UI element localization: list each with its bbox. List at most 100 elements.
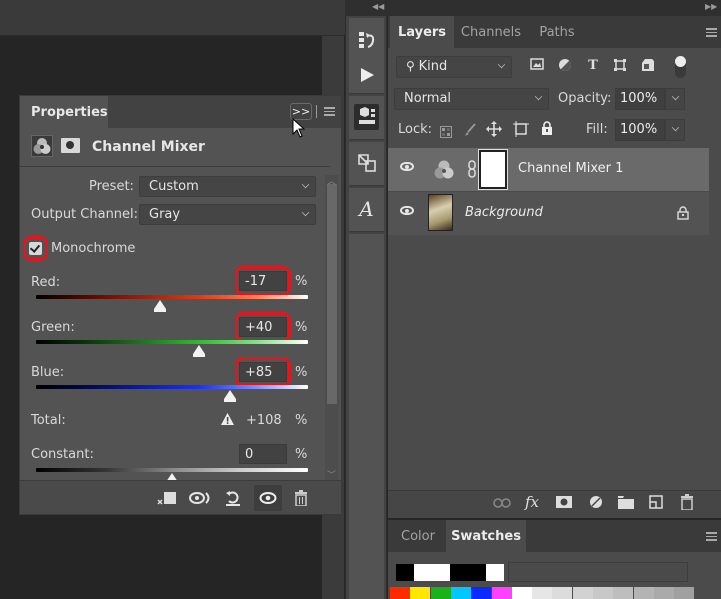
swatch[interactable] [410,587,431,599]
collapse-right-icon[interactable]: ▶▶ [705,2,717,11]
opacity-dropdown[interactable] [665,88,685,110]
layer-row-channel-mixer[interactable]: Channel Mixer 1 [388,148,709,191]
green-slider-thumb[interactable] [193,345,205,357]
total-unit: % [295,413,308,428]
swatch[interactable] [511,587,532,599]
swatch[interactable] [552,587,573,599]
new-layer-icon[interactable] [649,495,663,513]
smart-object-filter-icon[interactable] [640,58,656,74]
libraries-icon[interactable] [354,104,379,130]
swatch[interactable] [491,587,512,599]
layer-name[interactable]: Channel Mixer 1 [518,161,623,176]
scroll-up-icon[interactable]: ︿ [327,174,336,187]
swatch[interactable] [572,587,593,599]
layer-visibility-eye-icon[interactable] [400,162,414,171]
recent-swatch[interactable] [468,564,486,581]
tab-paths[interactable]: Paths [528,16,586,48]
preset-label: Preset: [89,179,134,194]
red-slider-thumb[interactable] [154,300,166,312]
type-filter-icon[interactable]: T [585,58,601,74]
swatch[interactable] [653,587,674,599]
layer-name[interactable]: Background [465,205,543,220]
link-chain-icon[interactable] [467,160,477,178]
toggle-visibility-button[interactable] [254,485,282,511]
scrollbar-thumb[interactable] [327,184,337,404]
history-icon[interactable] [349,30,384,55]
filter-toggle-switch[interactable] [675,56,686,78]
fill-dropdown[interactable] [665,119,685,141]
green-slider-track[interactable] [36,340,308,344]
blue-value-input[interactable]: +85 [239,362,287,382]
blue-slider-thumb[interactable] [224,390,236,402]
properties-footer [20,480,341,514]
swatch[interactable] [674,587,695,599]
add-mask-icon[interactable] [556,496,572,512]
link-layers-icon[interactable] [493,497,511,512]
delete-layer-icon[interactable] [680,494,694,514]
lock-artboard-icon[interactable] [513,121,529,141]
layer-visibility-eye-icon[interactable] [400,206,414,215]
lock-all-icon[interactable] [541,121,553,140]
recent-swatch[interactable] [450,564,468,581]
green-value-input[interactable]: +40 [239,317,287,337]
properties-panel: Properties >> Channel Mixer Preset: Cust… [19,95,342,515]
preset-select[interactable]: Custom [139,176,316,197]
swatch[interactable] [633,587,654,599]
fill-input[interactable]: 100% [615,119,665,141]
output-channel-select[interactable]: Gray [139,204,316,225]
tab-swatches[interactable]: Swatches [446,520,526,552]
new-group-icon[interactable] [618,496,634,513]
constant-slider-track[interactable] [36,468,308,472]
opacity-input[interactable]: 100% [615,88,665,110]
image-filter-icon[interactable] [529,58,545,74]
layer-mask-icon[interactable] [61,138,80,153]
panel-menu-icon[interactable] [324,107,335,116]
blend-mode-select[interactable]: Normal [394,88,549,110]
clip-to-layer-button[interactable] [153,485,181,511]
tool-group-paragraph [349,142,384,186]
collapse-left-icon[interactable]: ◀◀ [372,2,384,11]
monochrome-checkbox[interactable] [29,242,42,255]
filter-kind-select[interactable]: ⚲ Kind [396,56,512,78]
lock-paint-icon[interactable] [463,122,477,141]
fx-icon[interactable]: fx [525,493,539,511]
mouse-cursor-icon [292,118,306,138]
panel-menu-icon[interactable] [706,532,717,541]
channel-mixer-adjustment-icon [31,135,53,157]
tab-layers[interactable]: Layers [390,16,454,48]
delete-adjustment-button[interactable] [287,485,315,511]
panel-dock-header: ◀◀ ▶▶ [345,0,721,16]
swatch[interactable] [390,587,410,599]
lock-move-icon[interactable] [486,121,502,141]
tab-color[interactable]: Color [390,520,446,552]
tab-properties[interactable]: Properties [20,96,108,128]
swatch[interactable] [593,587,613,599]
layer-mask-thumbnail[interactable] [478,149,508,190]
reset-button[interactable] [219,485,247,511]
red-value-input[interactable]: -17 [239,271,287,291]
adjustment-filter-icon[interactable] [557,58,573,74]
swatch[interactable] [471,587,492,599]
recent-swatch[interactable] [432,564,450,581]
new-adjustment-icon[interactable] [589,495,603,513]
actions-play-icon[interactable] [349,66,384,89]
constant-value-input[interactable]: 0 [239,444,287,464]
swatch[interactable] [450,587,471,599]
blue-slider-track[interactable] [36,385,308,389]
recent-swatch[interactable] [486,564,504,581]
red-slider-track[interactable] [36,295,308,299]
swatch[interactable] [532,587,553,599]
paragraph-styles-icon[interactable] [349,152,384,179]
swatch[interactable] [613,587,634,599]
view-previous-button[interactable] [186,485,214,511]
recent-swatch[interactable] [396,564,414,581]
shape-filter-icon[interactable] [612,58,628,74]
swatch[interactable] [430,587,451,599]
recent-swatch[interactable] [414,564,432,581]
warning-triangle-icon [221,413,234,425]
layer-row-background[interactable]: Background [388,192,709,235]
panel-menu-icon[interactable] [706,28,717,37]
tab-channels[interactable]: Channels [454,16,528,48]
character-styles-icon[interactable]: A [349,197,384,221]
lock-transparent-icon[interactable] [440,123,452,142]
